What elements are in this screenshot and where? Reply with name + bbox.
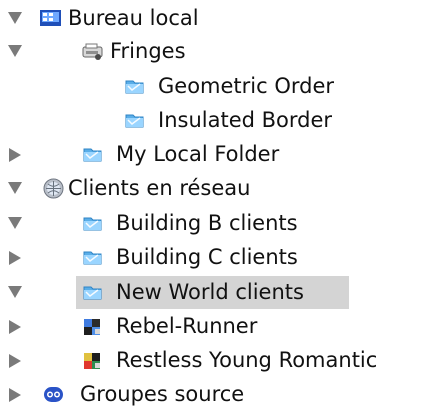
folder-icon — [83, 286, 102, 300]
folder-icon — [83, 251, 102, 265]
folder-icon — [83, 217, 102, 231]
tree-row-insulated-border[interactable]: Insulated Border — [0, 104, 441, 137]
tree-row-building-b-clients[interactable]: Building B clients — [0, 207, 441, 240]
tree-row-my-local-folder[interactable]: My Local Folder — [0, 138, 441, 171]
tree-label: Geometric Order — [158, 74, 335, 98]
disclosure-expanded-icon[interactable] — [8, 12, 22, 24]
tree-label: Rebel-Runner — [116, 314, 258, 338]
tree-row-geometric-order[interactable]: Geometric Order — [0, 70, 441, 103]
tree-label: Building C clients — [116, 245, 298, 269]
scanner-icon — [82, 43, 103, 60]
tree-label: Building B clients — [116, 211, 298, 235]
tree-row-fringes[interactable]: Fringes — [0, 35, 441, 68]
disclosure-expanded-icon[interactable] — [8, 286, 22, 298]
tree-row-restless-young-romantic[interactable]: Restless Young Romantic — [0, 344, 441, 377]
folder-icon — [125, 80, 144, 94]
tree-row-building-c-clients[interactable]: Building C clients — [0, 241, 441, 274]
tree-label: Bureau local — [68, 6, 199, 30]
source-tree: Bureau local Fringes Geometric Order Ins… — [0, 0, 441, 410]
network-globe-icon — [43, 178, 64, 199]
tree-row-new-world-clients[interactable]: New World clients — [0, 276, 441, 309]
desktop-icon — [40, 10, 61, 26]
disclosure-expanded-icon[interactable] — [8, 182, 22, 194]
disclosure-expanded-icon[interactable] — [8, 45, 22, 57]
disclosure-collapsed-icon[interactable] — [9, 388, 21, 402]
source-groups-icon — [44, 387, 63, 402]
client-mac-icon — [84, 353, 100, 369]
tree-row-rebel-runner[interactable]: Rebel-Runner — [0, 310, 441, 343]
disclosure-collapsed-icon[interactable] — [9, 148, 21, 162]
folder-icon — [125, 114, 144, 128]
tree-label: Groupes source — [80, 382, 245, 406]
tree-label: Fringes — [110, 39, 186, 63]
disclosure-collapsed-icon[interactable] — [9, 354, 21, 368]
folder-icon — [83, 148, 102, 162]
tree-label: Restless Young Romantic — [116, 348, 378, 372]
tree-label: Clients en réseau — [68, 176, 251, 200]
tree-label: Insulated Border — [158, 108, 333, 132]
disclosure-expanded-icon[interactable] — [8, 217, 22, 229]
tree-row-clients-en-reseau[interactable]: Clients en réseau — [0, 172, 441, 205]
disclosure-collapsed-icon[interactable] — [9, 320, 21, 334]
tree-row-groupes-source[interactable]: Groupes source — [0, 378, 441, 410]
tree-label: My Local Folder — [116, 142, 280, 166]
tree-label: New World clients — [116, 280, 304, 304]
tree-row-bureau-local[interactable]: Bureau local — [0, 2, 441, 35]
client-mac-icon — [84, 319, 100, 335]
disclosure-collapsed-icon[interactable] — [9, 251, 21, 265]
